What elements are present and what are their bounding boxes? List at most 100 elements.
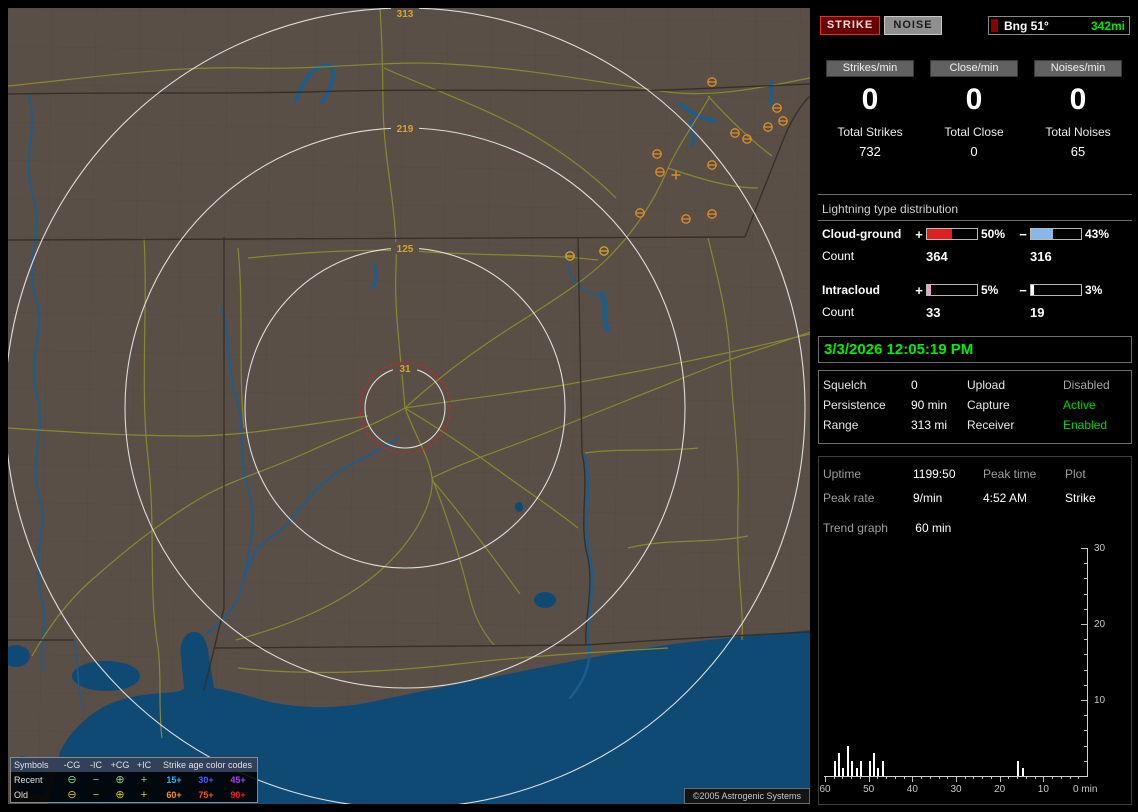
graph-tick xyxy=(1025,777,1027,779)
close-rate-column: Close/min 0 Total Close 0 xyxy=(922,60,1026,159)
uptime-label: Uptime xyxy=(823,467,862,481)
close-per-min-chip: Close/min xyxy=(930,60,1018,77)
noises-rate-column: Noises/min 0 Total Noises 65 xyxy=(1026,60,1130,159)
graph-tick xyxy=(868,777,870,782)
capture-status: Active xyxy=(1063,398,1096,412)
graph-tick xyxy=(1052,777,1054,779)
map-view[interactable]: 313 219 125 31 Symbols -CG -IC +CG +IC Stri… xyxy=(8,8,810,804)
noise-button[interactable]: NOISE xyxy=(884,16,942,35)
trend-label: Trend graph xyxy=(823,521,888,535)
datetime-display: 3/3/2026 12:05:19 PM xyxy=(818,336,1132,363)
cloud-ground-label: Cloud-ground xyxy=(822,227,902,241)
cloud-ground-row: Cloud-ground + 50% − 43% xyxy=(818,223,1132,245)
total-strikes-label: Total Strikes xyxy=(837,125,903,139)
trend-bar xyxy=(881,760,884,776)
legend-old-ages: 60+ 75+ 90+ xyxy=(158,790,257,800)
graph-tick xyxy=(929,777,931,779)
map-legend: Symbols -CG -IC +CG +IC Strike age color co… xyxy=(10,757,258,803)
graph-tick xyxy=(894,777,896,779)
legend-old-symbols: ⊖ − ⊕ + xyxy=(60,788,158,802)
total-close-label: Total Close xyxy=(944,125,1004,139)
ic-plus-pct: 5% xyxy=(981,283,999,297)
legend-recent-symbols: ⊖ − ⊕ + xyxy=(60,773,158,787)
peak-rate-label: Peak rate xyxy=(823,491,875,505)
graph-tick xyxy=(1043,777,1045,782)
graph-tlab: 40 xyxy=(906,784,918,795)
persistence-label: Persistence xyxy=(823,398,886,412)
legend-age-code: 45+ xyxy=(230,774,246,785)
graph-tick xyxy=(912,777,914,782)
ic-minus-count: 19 xyxy=(1030,304,1045,320)
ring-label-219: 219 xyxy=(397,124,414,135)
graph-tick xyxy=(1084,669,1087,671)
legend-symbol-columns: -CG -IC +CG +IC xyxy=(60,760,158,770)
capture-label: Capture xyxy=(967,398,1010,412)
ring-label-31: 31 xyxy=(399,364,411,375)
plus-sign: + xyxy=(915,226,923,242)
ic-minus-pct: 3% xyxy=(1085,283,1103,297)
graph-tick xyxy=(1081,624,1087,625)
graph-tick xyxy=(921,777,923,779)
distribution-title: Lightning type distribution xyxy=(818,201,1132,221)
graph-tlab: 20 xyxy=(994,784,1006,795)
plot-value: Strike xyxy=(1065,491,1096,505)
graph-y-axis xyxy=(1087,548,1088,777)
graph-tlab: 60 xyxy=(819,784,831,795)
trend-bar xyxy=(859,760,862,776)
status-panel: Uptime 1199:50 Peak time Plot Peak rate … xyxy=(818,456,1132,805)
receiver-status: Enabled xyxy=(1063,418,1108,432)
map-canvas: 313 219 125 31 xyxy=(8,8,810,804)
graph-tick xyxy=(1084,654,1087,656)
graph-tick xyxy=(999,777,1001,782)
trend-bar xyxy=(1017,760,1020,776)
graph-tick xyxy=(1084,608,1087,610)
trend-bar xyxy=(868,760,871,776)
graph-tick xyxy=(938,777,940,779)
cg-minus-bar xyxy=(1030,228,1082,240)
legend-old-label: Old xyxy=(14,789,29,800)
trend-graph-header: Trend graph 60 min xyxy=(823,521,951,535)
legend-symbol-icon: − xyxy=(92,788,100,801)
graph-tick xyxy=(1084,760,1087,762)
graph-tick xyxy=(1008,777,1010,779)
mode-button-row: STRIKE NOISE Bng 51° 342mi xyxy=(818,16,1132,38)
strikes-per-min-chip: Strikes/min xyxy=(826,60,914,77)
legend-symbol-icon: + xyxy=(140,788,148,801)
cg-plus-pct: 50% xyxy=(981,227,1006,241)
rate-panels: Strikes/min 0 Total Strikes 732 Close/mi… xyxy=(818,60,1132,159)
legend-symbol-icon: ⊕ xyxy=(115,773,125,786)
total-noises-label: Total Noises xyxy=(1045,125,1111,139)
lightning-tracker-app: 313 219 125 31 Symbols -CG -IC +CG +IC Stri… xyxy=(0,0,1138,812)
datetime-value: 3/3/2026 12:05:19 PM xyxy=(824,341,974,358)
legend-column-header: +CG xyxy=(110,760,130,770)
legend-header: Symbols -CG -IC +CG +IC Strike age color co… xyxy=(11,758,257,772)
strikes-rate-column: Strikes/min 0 Total Strikes 732 xyxy=(818,60,922,159)
close-per-min-value: 0 xyxy=(965,83,983,116)
strike-button[interactable]: STRIKE xyxy=(820,16,880,35)
graph-tick xyxy=(1069,777,1071,779)
legend-symbol-icon: ⊖ xyxy=(67,773,77,786)
control-sidebar: STRIKE NOISE Bng 51° 342mi Strikes/min 0… xyxy=(818,8,1132,805)
cg-minus-count: 316 xyxy=(1030,248,1052,264)
squelch-value: 0 xyxy=(911,378,918,392)
legend-recent-label: Recent xyxy=(14,774,43,785)
graph-tick xyxy=(1060,777,1062,779)
graph-tick xyxy=(1084,745,1087,747)
graph-tick xyxy=(982,777,984,779)
cg-plus-count: 364 xyxy=(926,248,948,264)
graph-tick xyxy=(886,777,888,779)
graph-tick xyxy=(1084,593,1087,595)
receiver-label: Receiver xyxy=(967,418,1015,432)
legend-symbols-title: Symbols xyxy=(14,760,49,770)
range-value: 313 mi xyxy=(911,418,948,432)
graph-tick xyxy=(1084,730,1087,732)
graph-tick xyxy=(859,777,861,779)
graph-tick xyxy=(1034,777,1036,779)
graph-tlab: 20 xyxy=(1094,619,1106,630)
trend-bar xyxy=(851,760,854,776)
ic-minus-bar xyxy=(1030,284,1082,296)
persistence-value: 90 min xyxy=(911,398,948,412)
graph-tlab: 10 xyxy=(1094,695,1106,706)
total-strikes-value: 732 xyxy=(859,144,881,159)
graph-tick xyxy=(947,777,949,779)
